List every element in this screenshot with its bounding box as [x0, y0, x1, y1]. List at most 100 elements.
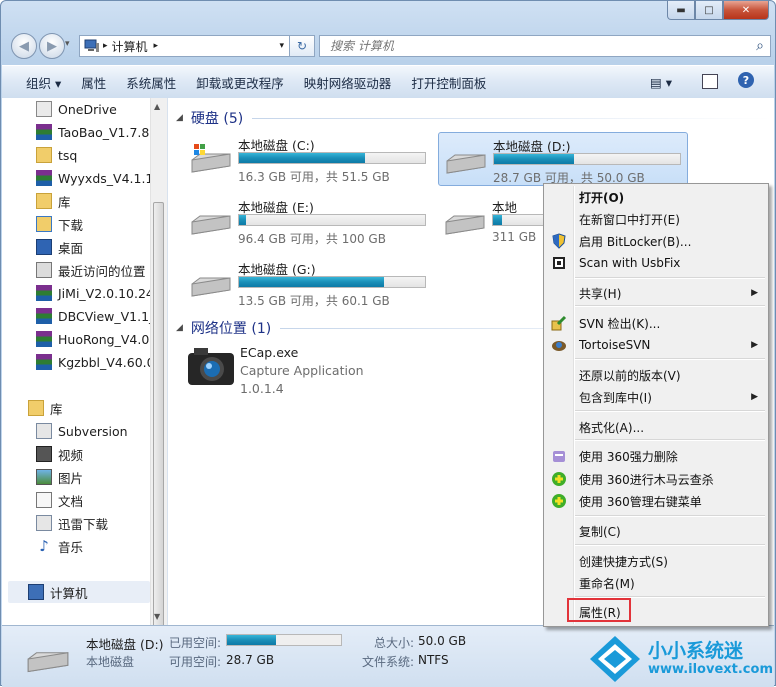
menu-item-360-manage-menu[interactable]: 使用 360管理右键菜单 [579, 491, 702, 511]
music-note-icon: ♪ [39, 537, 49, 555]
sidebar-item-thunder-downloads[interactable]: 迅雷下载 [36, 512, 108, 534]
sidebar-item-label: Kgzbbl_V4.60.0 [58, 354, 155, 370]
sidebar-item-pictures[interactable]: 图片 [36, 466, 83, 488]
menu-item-bitlocker[interactable]: 启用 BitLocker(B)... [579, 231, 691, 251]
sidebar-item-label: 计算机 [50, 585, 88, 601]
context-menu: 打开(O) 在新窗口中打开(E) 启用 BitLocker(B)... Scan… [543, 183, 769, 627]
menu-item-360-force-delete[interactable]: 使用 360强力删除 [579, 446, 678, 466]
open-control-panel-button[interactable]: 打开控制面板 [401, 73, 496, 92]
search-input[interactable] [320, 38, 757, 54]
scrollbar-thumb[interactable] [153, 202, 164, 625]
scroll-down-icon[interactable]: ▼ [154, 612, 160, 621]
total-size-value: 50.0 GB [418, 634, 467, 648]
menu-separator [575, 277, 765, 279]
sidebar-item-dbcview[interactable]: DBCView_V1.1_ [36, 305, 155, 327]
minimize-button[interactable]: ▬ [667, 1, 695, 20]
map-network-drive-button[interactable]: 映射网络驱动器 [294, 73, 402, 92]
sidebar-item-label: 音乐 [58, 539, 84, 555]
collapse-icon[interactable]: ◢ [176, 323, 183, 333]
watermark: 小小系统迷 www.ilovext.com [586, 632, 776, 686]
address-bar[interactable]: ▸ 计算机 ▸ ▾ [79, 35, 315, 57]
computer-icon [84, 39, 99, 52]
sidebar-scrollbar[interactable]: ▲ ▼ [150, 98, 167, 625]
app-version: 1.0.1.4 [240, 381, 284, 396]
drive-c[interactable]: 本地磁盘 (C:) 16.3 GB 可用，共 51.5 GB [184, 132, 434, 186]
close-button[interactable]: ✕ [723, 1, 769, 20]
help-button[interactable]: ? [738, 72, 754, 88]
sidebar-libraries-header[interactable]: 库 [28, 397, 63, 419]
scroll-up-icon[interactable]: ▲ [154, 102, 160, 111]
forward-button[interactable]: ▶ [39, 33, 65, 59]
hard-drive-icon [191, 277, 231, 297]
breadcrumb-separator[interactable]: ▸ [103, 41, 108, 51]
back-button[interactable]: ◀ [11, 33, 37, 59]
onedrive-icon [36, 101, 52, 117]
preview-pane-button[interactable] [702, 74, 718, 89]
menu-item-rename[interactable]: 重命名(M) [579, 573, 635, 593]
submenu-arrow-icon: ▶ [751, 392, 758, 402]
maximize-button[interactable]: □ [695, 1, 723, 20]
sidebar-item-wyyxds[interactable]: Wyyxds_V4.1.1. [36, 167, 157, 189]
sidebar-item-videos[interactable]: 视频 [36, 443, 83, 465]
refresh-button[interactable]: ↻ [289, 35, 315, 57]
file-system-value: NTFS [418, 653, 449, 667]
menu-item-scan-usbfix[interactable]: Scan with UsbFix [579, 253, 680, 273]
hard-drive-icon [446, 154, 486, 174]
menu-item-copy[interactable]: 复制(C) [579, 521, 621, 541]
shredder-icon [553, 451, 565, 462]
sidebar-item-subversion[interactable]: Subversion [36, 420, 128, 442]
drive-usage-fill [239, 215, 247, 225]
sidebar-item-recent[interactable]: 最近访问的位置 [36, 259, 146, 281]
menu-item-restore-versions[interactable]: 还原以前的版本(V) [579, 365, 681, 385]
menu-item-share[interactable]: 共享(H) [579, 283, 764, 303]
properties-button[interactable]: 属性 [71, 73, 116, 92]
menu-item-open[interactable]: 打开(O) [579, 187, 624, 207]
hard-drive-icon [191, 144, 231, 173]
command-bar: 组织 ▾ 属性 系统属性 卸载或更改程序 映射网络驱动器 打开控制面板 ▤ ▾ … [2, 65, 774, 99]
system-properties-button[interactable]: 系统属性 [116, 73, 186, 92]
watermark-title: 小小系统迷 [648, 640, 744, 662]
menu-item-svn-checkout[interactable]: SVN 检出(K)... [579, 313, 660, 333]
sidebar-item-computer[interactable]: 计算机 [28, 581, 88, 603]
breadcrumb-chevron-icon[interactable]: ▸ [154, 41, 159, 51]
sidebar-item-documents[interactable]: 文档 [36, 489, 83, 511]
used-space-fill [227, 635, 277, 645]
sidebar-item-label: 下载 [58, 217, 84, 233]
uninstall-program-button[interactable]: 卸载或更改程序 [186, 73, 294, 92]
network-group-header[interactable]: ◢ 网络位置 (1) [176, 318, 271, 338]
menu-item-360-trojan-scan[interactable]: 使用 360进行木马云查杀 [579, 469, 714, 489]
sidebar-item-taobao[interactable]: TaoBao_V1.7.8. [36, 121, 153, 143]
sidebar-item-kgzbbl[interactable]: Kgzbbl_V4.60.0 [36, 351, 155, 373]
menu-item-tortoisesvn[interactable]: TortoiseSVN [579, 335, 650, 355]
collapse-icon[interactable]: ◢ [176, 113, 183, 123]
sidebar-item-onedrive[interactable]: OneDrive [36, 98, 117, 120]
sidebar-item-label: 库 [50, 401, 63, 417]
menu-item-format[interactable]: 格式化(A)... [579, 417, 644, 437]
sidebar-item-downloads[interactable]: 下载 [36, 213, 83, 235]
menu-item-open-new-window[interactable]: 在新窗口中打开(E) [579, 209, 680, 229]
sidebar-item-desktop[interactable]: 桌面 [36, 236, 83, 258]
computer-icon [28, 584, 44, 600]
address-dropdown-button[interactable]: ▾ [279, 41, 284, 51]
sidebar-item-huorong[interactable]: HuoRong_V4.0. [36, 328, 153, 350]
sidebar-item-jimi[interactable]: JiMi_V2.0.10.24_ [36, 282, 160, 304]
network-item-ecap[interactable]: ECap.exe Capture Application 1.0.1.4 [184, 343, 484, 398]
drive-f[interactable]: 本地 311 GB [438, 194, 548, 248]
search-box: ⌕ [319, 35, 771, 57]
drive-d[interactable]: 本地磁盘 (D:) 28.7 GB 可用，共 50.0 GB [438, 132, 688, 186]
search-icon[interactable]: ⌕ [756, 38, 764, 54]
change-view-button[interactable]: ▤ ▾ [640, 75, 682, 90]
sidebar-item-library[interactable]: 库 [36, 190, 71, 212]
sidebar-item-music[interactable]: ♪ 音乐 [36, 535, 83, 557]
sidebar-item-tsq[interactable]: tsq [36, 144, 77, 166]
breadcrumb-computer[interactable]: 计算机 [112, 38, 148, 55]
drive-e[interactable]: 本地磁盘 (E:) 96.4 GB 可用，共 100 GB [184, 194, 434, 248]
menu-item-include-in-library[interactable]: 包含到库中(I) [579, 387, 652, 407]
menu-separator [575, 410, 765, 412]
hard-disks-group-header[interactable]: ◢ 硬盘 (5) [176, 108, 243, 128]
menu-item-create-shortcut[interactable]: 创建快捷方式(S) [579, 551, 668, 571]
organize-button[interactable]: 组织 ▾ [16, 73, 71, 92]
recent-pages-button[interactable]: ▾ [65, 39, 70, 49]
drive-g[interactable]: 本地磁盘 (G:) 13.5 GB 可用，共 60.1 GB [184, 256, 434, 310]
sidebar-item-label: 图片 [58, 470, 84, 486]
